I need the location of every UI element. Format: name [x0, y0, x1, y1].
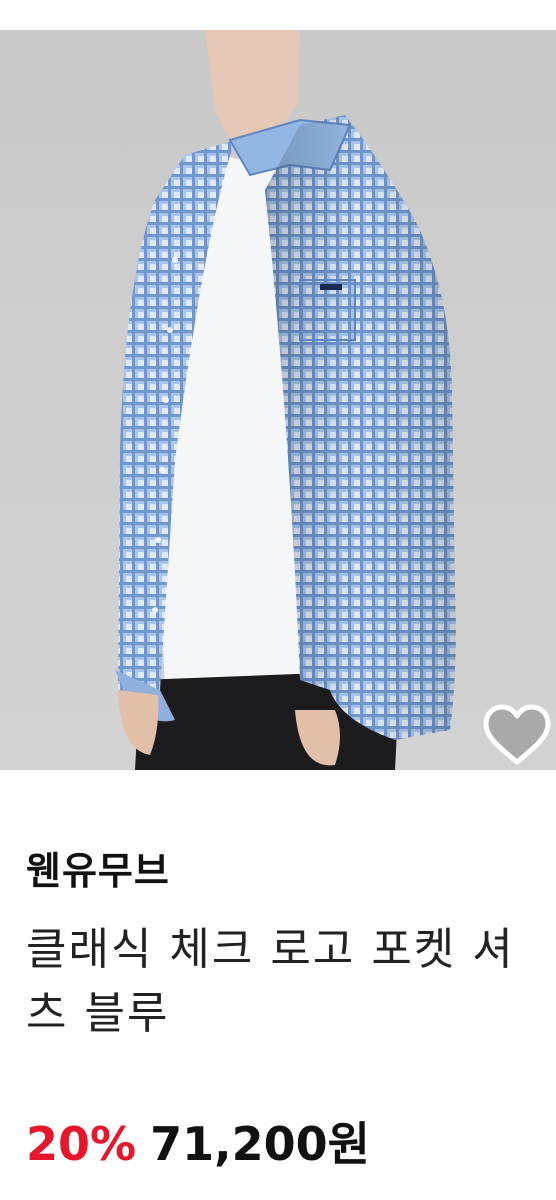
brand-name[interactable]: 웬유무브	[26, 840, 170, 895]
top-strip	[0, 0, 556, 30]
wishlist-button[interactable]	[478, 700, 556, 770]
price-row: 20% 71,200원	[26, 1108, 370, 1171]
heart-outline-icon	[483, 704, 551, 765]
product-title[interactable]: 클래식 체크 로고 포켓 셔츠 블루	[26, 918, 526, 1046]
sale-price: 71,200원	[150, 1117, 370, 1171]
pocket-logo	[320, 284, 342, 290]
discount-rate: 20%	[26, 1117, 137, 1171]
product-image[interactable]	[0, 30, 556, 770]
product-info: 웬유무브 클래식 체크 로고 포켓 셔츠 블루 20% 71,200원	[0, 770, 556, 1200]
left-hand	[118, 690, 159, 755]
product-photo	[115, 30, 456, 770]
